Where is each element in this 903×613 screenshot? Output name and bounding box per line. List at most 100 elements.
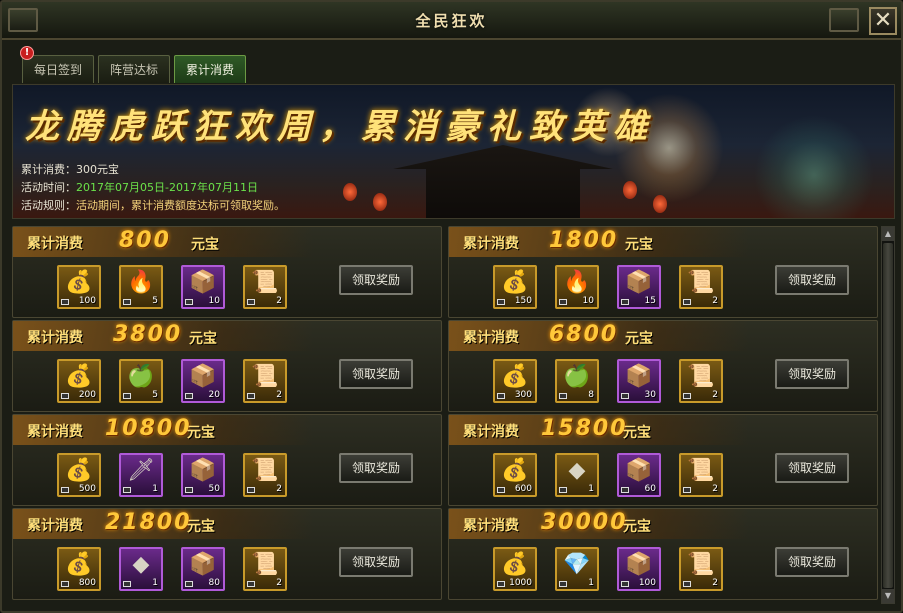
- ornament-right-icon: [829, 8, 859, 32]
- tier-unit: 元宝: [187, 519, 215, 535]
- reward-item-slot[interactable]: 🔥 10: [555, 265, 599, 309]
- reward-item-slot[interactable]: 📦 10: [181, 265, 225, 309]
- reward-item-slot[interactable]: 💰 600: [493, 453, 537, 497]
- item-count: 200: [78, 390, 96, 400]
- reward-item-slot[interactable]: 📦 50: [181, 453, 225, 497]
- tier-amount: 1800: [549, 228, 619, 253]
- reward-item-slot[interactable]: 💰 150: [493, 265, 537, 309]
- claim-reward-button[interactable]: 领取奖励: [775, 453, 849, 483]
- claim-reward-button[interactable]: 领取奖励: [775, 547, 849, 577]
- close-button[interactable]: ✕: [869, 7, 897, 35]
- reward-item-slot[interactable]: ◆ 1: [555, 453, 599, 497]
- claim-reward-button[interactable]: 领取奖励: [339, 359, 413, 389]
- scroll-up-button[interactable]: ▲: [882, 227, 894, 241]
- reward-item-slot[interactable]: 📦 60: [617, 453, 661, 497]
- tier-label: 累计消费: [27, 330, 83, 346]
- reward-item-slot[interactable]: 📦 30: [617, 359, 661, 403]
- banner-title: 龙腾虎跃狂欢周，累消豪礼致英雄: [25, 107, 655, 147]
- reward-item-slot[interactable]: 📜 2: [243, 265, 287, 309]
- item-count: 100: [78, 296, 96, 306]
- tier-label: 累计消费: [27, 424, 83, 440]
- claim-reward-button[interactable]: 领取奖励: [775, 359, 849, 389]
- tier-amount: 15800: [541, 416, 628, 441]
- tier-amount: 800: [119, 228, 171, 253]
- tier-label: 累计消费: [463, 236, 519, 252]
- reward-item-slot[interactable]: 🗡 1: [119, 453, 163, 497]
- reward-item-slot[interactable]: 📜 2: [679, 359, 723, 403]
- crate-icon: 📦: [189, 270, 217, 295]
- reward-item-slot[interactable]: 📜 2: [679, 265, 723, 309]
- reward-tier-card: 累计消费 15800 元宝 💰 600 ◆ 1 📦 60 📜 2 领取奖励: [448, 414, 878, 506]
- tier-unit: 元宝: [623, 425, 651, 441]
- reward-item-slot[interactable]: 📦 20: [181, 359, 225, 403]
- bound-lock-icon: [559, 487, 567, 493]
- item-count: 30: [644, 390, 656, 400]
- item-count: 5: [152, 296, 158, 306]
- reward-item-slot[interactable]: 📜 2: [243, 359, 287, 403]
- crate-icon: 📦: [189, 364, 217, 389]
- firework-icon: [754, 115, 874, 218]
- reward-item-slot[interactable]: 📜 2: [243, 547, 287, 591]
- tier-amount: 6800: [549, 322, 619, 347]
- bound-lock-icon: [683, 299, 691, 305]
- tier-unit: 元宝: [191, 237, 219, 253]
- reward-item-slot[interactable]: 📜 2: [243, 453, 287, 497]
- reward-item-slot[interactable]: 💎 1: [555, 547, 599, 591]
- fire-orb-icon: 🔥: [563, 270, 591, 295]
- rule-line: 活动规则：活动期间，累计消费额度达标可领取奖励。: [21, 197, 285, 215]
- reward-item-slot[interactable]: 💰 200: [57, 359, 101, 403]
- item-count: 1: [152, 484, 158, 494]
- lantern-icon: [623, 181, 637, 199]
- reward-item-slot[interactable]: 🍏 5: [119, 359, 163, 403]
- sapphire-icon: 💎: [563, 552, 591, 577]
- scroll-thumb[interactable]: [883, 243, 893, 588]
- tab-faction-goal[interactable]: 阵营达标: [98, 55, 170, 83]
- bound-lock-icon: [123, 487, 131, 493]
- claim-reward-button[interactable]: 领取奖励: [775, 265, 849, 295]
- tab-cumulative-spend[interactable]: 累计消费: [174, 55, 246, 83]
- reward-item-slot[interactable]: 💰 500: [57, 453, 101, 497]
- reward-item-slot[interactable]: 🔥 5: [119, 265, 163, 309]
- bound-lock-icon: [559, 299, 567, 305]
- item-count: 50: [208, 484, 220, 494]
- item-count: 10: [208, 296, 220, 306]
- claim-reward-button[interactable]: 领取奖励: [339, 547, 413, 577]
- window-title: 全民狂欢: [415, 12, 488, 30]
- reward-item-slot[interactable]: 💰 800: [57, 547, 101, 591]
- reward-item-slot[interactable]: 🍏 8: [555, 359, 599, 403]
- reward-tier-card: 累计消费 800 元宝 💰 100 🔥 5 📦 10 📜 2 领取奖励: [12, 226, 442, 318]
- bound-lock-icon: [123, 581, 131, 587]
- bound-lock-icon: [185, 299, 193, 305]
- reward-item-slot[interactable]: 💰 300: [493, 359, 537, 403]
- pagoda-silhouette: [393, 145, 613, 218]
- item-count: 800: [78, 578, 96, 588]
- bound-lock-icon: [247, 299, 255, 305]
- item-count: 1: [152, 578, 158, 588]
- reward-item-slot[interactable]: ◆ 1: [119, 547, 163, 591]
- time-line: 活动时间：2017年07月05日-2017年07月11日: [21, 179, 285, 197]
- scroll-down-button[interactable]: ▼: [882, 589, 894, 603]
- tier-header: 累计消费 15800 元宝: [449, 415, 749, 445]
- event-banner: 龙腾虎跃狂欢周，累消豪礼致英雄 累计消费：300元宝 活动时间：2017年07月…: [12, 84, 895, 219]
- tab-daily-checkin[interactable]: 每日签到: [22, 55, 94, 83]
- scroll-icon: 📜: [251, 458, 279, 483]
- bound-lock-icon: [497, 393, 505, 399]
- reward-tier-card: 累计消费 6800 元宝 💰 300 🍏 8 📦 30 📜 2 领取奖励: [448, 320, 878, 412]
- tier-unit: 元宝: [189, 331, 217, 347]
- item-count: 60: [644, 484, 656, 494]
- bound-lock-icon: [247, 393, 255, 399]
- reward-item-slot[interactable]: 📜 2: [679, 453, 723, 497]
- reward-item-slot[interactable]: 💰 1000: [493, 547, 537, 591]
- item-count: 10: [582, 296, 594, 306]
- reward-item-slot[interactable]: 📦 80: [181, 547, 225, 591]
- reward-item-slot[interactable]: 💰 100: [57, 265, 101, 309]
- title-bar[interactable]: 全民狂欢 ✕: [2, 2, 901, 40]
- reward-item-slot[interactable]: 📦 15: [617, 265, 661, 309]
- scrollbar[interactable]: ▲ ▼: [881, 226, 895, 604]
- claim-reward-button[interactable]: 领取奖励: [339, 265, 413, 295]
- reward-item-slot[interactable]: 📦 100: [617, 547, 661, 591]
- tier-unit: 元宝: [187, 425, 215, 441]
- claim-reward-button[interactable]: 领取奖励: [339, 453, 413, 483]
- tier-header: 累计消费 10800 元宝: [13, 415, 313, 445]
- reward-item-slot[interactable]: 📜 2: [679, 547, 723, 591]
